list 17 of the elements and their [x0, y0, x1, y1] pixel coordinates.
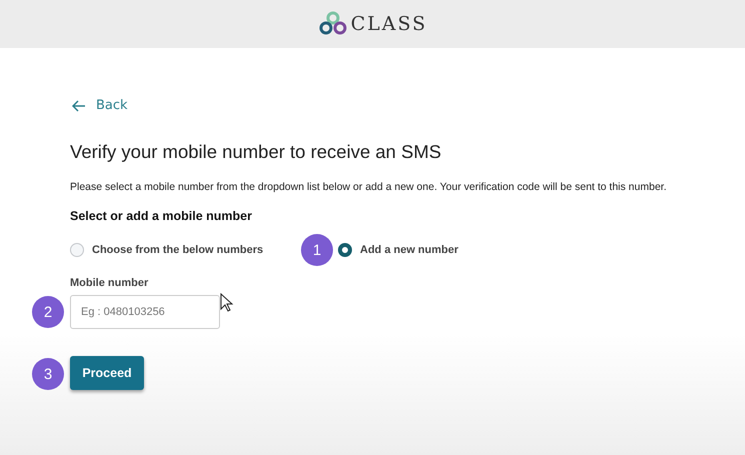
page-title: Verify your mobile number to receive an SMS: [70, 141, 442, 163]
step-badge: 2: [32, 296, 64, 328]
logo-icon: [318, 11, 348, 37]
mobile-number-field[interactable]: Eg : 0480103256: [70, 295, 220, 329]
back-link[interactable]: Back: [72, 98, 128, 113]
proceed-button[interactable]: Proceed: [70, 356, 144, 390]
step-badge: 3: [32, 358, 64, 390]
mouse-pointer-icon: [220, 293, 234, 313]
back-arrow-icon: [72, 100, 86, 112]
section-heading: Select or add a mobile number: [70, 209, 253, 223]
logo-text: CLASS: [350, 13, 428, 35]
radio-button[interactable]: [338, 243, 352, 257]
option-label: Choose from the below numbers: [92, 244, 264, 256]
option-label: Add a new number: [360, 244, 458, 256]
field-label: Mobile number: [70, 277, 150, 289]
description-text: Please select a mobile number from the dropdown list below or add a new one. Your verification code will be sent to this number.: [70, 180, 668, 195]
step-badge: 1: [301, 234, 333, 266]
